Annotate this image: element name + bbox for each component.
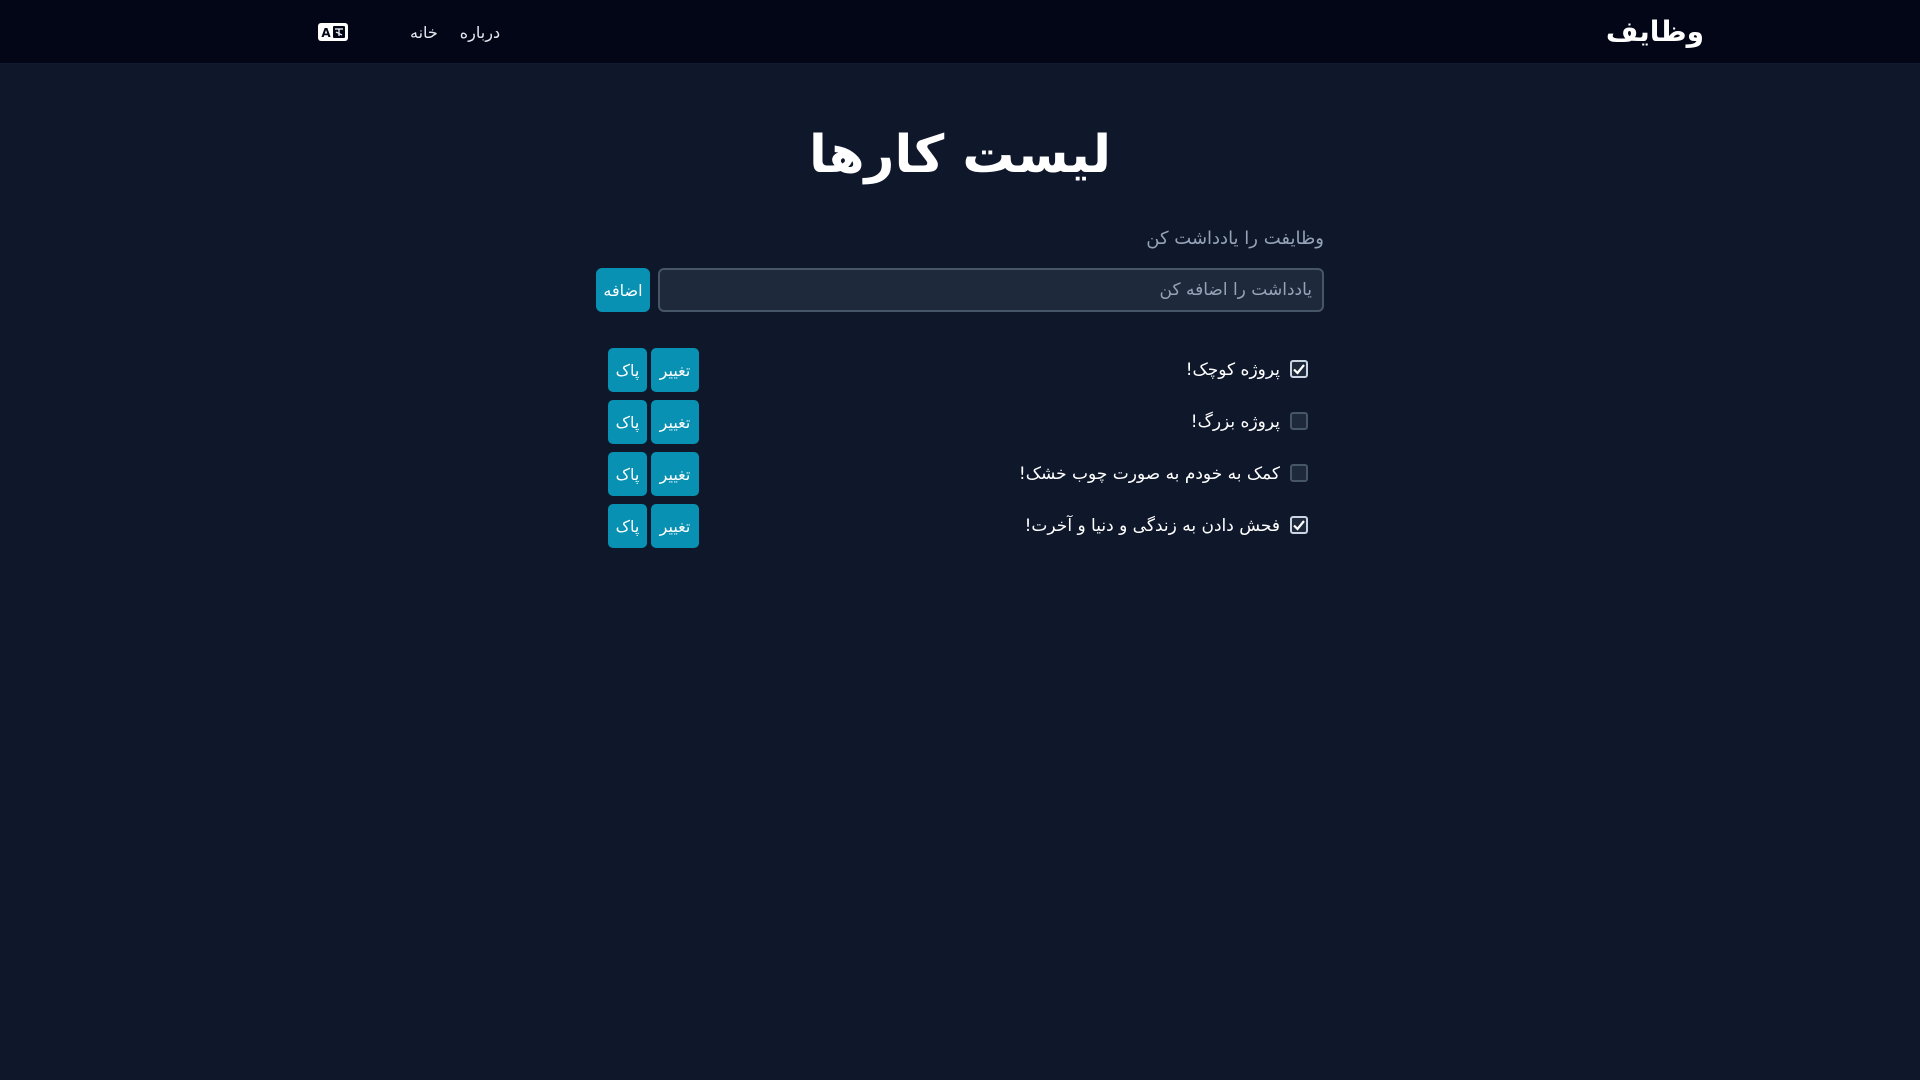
- todo-input[interactable]: [658, 268, 1324, 312]
- todo-checkbox[interactable]: [1290, 412, 1308, 430]
- todo-checkbox[interactable]: [1290, 516, 1308, 534]
- delete-button[interactable]: پاک: [608, 348, 647, 392]
- delete-button[interactable]: پاک: [608, 400, 647, 444]
- todo-text: فحش دادن به زندگی و دنیا و آخرت!: [1024, 516, 1280, 536]
- page-title: لیست کارها: [808, 125, 1112, 185]
- language-icon[interactable]: A: [318, 22, 348, 42]
- nav-link-about[interactable]: درباره: [460, 20, 500, 46]
- edit-button[interactable]: تغییر: [651, 348, 699, 392]
- add-button[interactable]: اضافه: [596, 268, 650, 312]
- todo-checkbox[interactable]: [1290, 360, 1308, 378]
- brand-logo[interactable]: وظایف: [1606, 12, 1704, 52]
- nav-links: خانه درباره: [410, 20, 500, 46]
- todo-item: فحش دادن به زندگی و دنیا و آخرت! تغییر پ…: [596, 504, 1324, 548]
- navbar: وظایف خانه درباره A: [0, 0, 1920, 64]
- check-icon: [1293, 520, 1305, 531]
- todo-text: پروژه کوچک!: [1185, 360, 1280, 380]
- nav-link-home[interactable]: خانه: [410, 20, 438, 46]
- todo-item: کمک به خودم به صورت چوب خشک! تغییر پاک: [596, 452, 1324, 496]
- edit-button[interactable]: تغییر: [651, 452, 699, 496]
- todo-text: کمک به خودم به صورت چوب خشک!: [1018, 464, 1280, 484]
- todo-item: پروژه کوچک! تغییر پاک: [596, 348, 1324, 392]
- todo-item: پروژه بزرگ! تغییر پاک: [596, 400, 1324, 444]
- check-icon: [1293, 364, 1305, 375]
- edit-button[interactable]: تغییر: [651, 400, 699, 444]
- edit-button[interactable]: تغییر: [651, 504, 699, 548]
- delete-button[interactable]: پاک: [608, 452, 647, 496]
- svg-text:A: A: [321, 26, 331, 40]
- todo-text: پروژه بزرگ!: [1190, 412, 1280, 432]
- delete-button[interactable]: پاک: [608, 504, 647, 548]
- input-label: وظایفت را یادداشت کن: [1146, 228, 1324, 249]
- todo-checkbox[interactable]: [1290, 464, 1308, 482]
